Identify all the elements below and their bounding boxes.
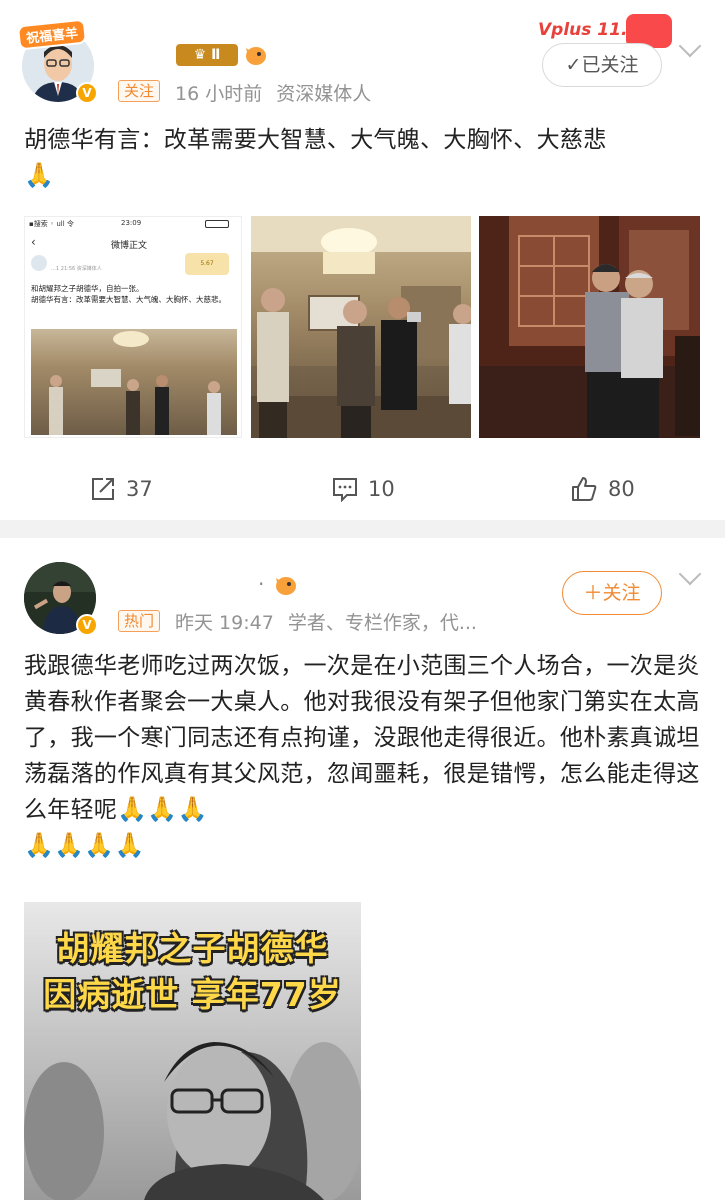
comment-button[interactable]: 10: [332, 472, 395, 506]
weibo-post-1: 祝福喜羊 V ♛ Ⅱ Vplus 11.11 ✓已关注 关注 16 小时前 资深…: [0, 0, 725, 520]
status-bar-time: 23:09: [121, 219, 142, 227]
screenshot-text: 和胡耀邦之子胡德华，自拍一张。 胡德华有言：改革需要大智慧、大气魄、大胸怀、大慈…: [31, 284, 226, 304]
name-fragment: ·: [258, 572, 265, 596]
follow-tag: 关注: [118, 80, 161, 102]
fish-icon: [272, 572, 300, 602]
post-image-1-screenshot[interactable]: ▪搜索 ◦ ull 令 23:09 ‹ 微博正文 …1 21:56 资深媒体人 …: [24, 216, 242, 438]
screenshot-nav-title: 微博正文: [111, 241, 148, 251]
screenshot-photo: [31, 329, 237, 435]
post-text: 我跟德华老师吃过两次饭，一次是在小范围三个人场合，一次是炎黄春秋作者聚会一大桌人…: [24, 653, 700, 859]
screenshot-meta: …1 21:56 资深媒体人: [51, 266, 102, 272]
like-button[interactable]: 80: [570, 472, 635, 506]
repost-icon: [92, 478, 114, 500]
weibo-post-2: V · ＋关注 热门 昨天 19:47 学者、专栏作家，代... 我跟德华老师吃…: [0, 538, 725, 1200]
post-text: 胡德华有言：改革需要大智慧、大气魄、大胸怀、大慈悲 🙏: [24, 127, 607, 189]
post-time: 16 小时前: [175, 83, 263, 105]
post-separator: [0, 520, 725, 538]
member-level-badge: ♛ Ⅱ: [176, 44, 238, 66]
verified-badge-icon: V: [76, 614, 98, 636]
level-number: Ⅱ: [211, 47, 221, 63]
news-headline-line1: 胡耀邦之子胡德华: [56, 929, 329, 968]
repost-count: 37: [126, 477, 153, 501]
prayer-emoji: 🙏: [24, 161, 55, 189]
author-description: 资深媒体人: [276, 83, 372, 105]
check-icon: ✓: [565, 54, 582, 76]
chevron-down-icon[interactable]: [678, 562, 702, 586]
status-bar-left: ▪搜索 ◦ ull 令: [29, 220, 74, 228]
screenshot-avatar: [31, 255, 47, 271]
chevron-down-icon[interactable]: [678, 34, 702, 58]
comment-count: 10: [368, 477, 395, 501]
plus-icon: ＋: [583, 582, 603, 604]
comment-icon: [333, 478, 357, 502]
fish-icon: [242, 42, 270, 72]
level-crown-icon: ♛: [193, 47, 207, 63]
screenshot-badge: 5.67: [185, 253, 229, 275]
news-headline-line2: 因病逝世 享年77岁: [43, 975, 342, 1014]
thumbs-up-icon: [572, 477, 597, 501]
repost-button[interactable]: 37: [90, 472, 153, 506]
author-description: 学者、专栏作家，代...: [287, 612, 477, 634]
post-image-2-group-photo[interactable]: [251, 216, 471, 438]
back-icon: ‹: [31, 235, 36, 249]
like-count: 80: [608, 477, 635, 501]
verified-badge-icon: V: [76, 82, 98, 104]
news-image[interactable]: 胡耀邦之子胡德华 因病逝世 享年77岁: [24, 902, 361, 1200]
battery-icon: [205, 220, 229, 228]
following-button[interactable]: ✓已关注: [542, 43, 662, 87]
prayer-emojis-inline: 🙏🙏🙏: [117, 795, 208, 823]
hot-tag: 热门: [118, 610, 161, 632]
prayer-emojis-line: 🙏🙏🙏🙏: [24, 831, 145, 859]
post-image-3-two-men-photo[interactable]: [479, 216, 700, 438]
post-time: 昨天 19:47: [175, 612, 274, 634]
follow-button[interactable]: ＋关注: [562, 571, 662, 615]
